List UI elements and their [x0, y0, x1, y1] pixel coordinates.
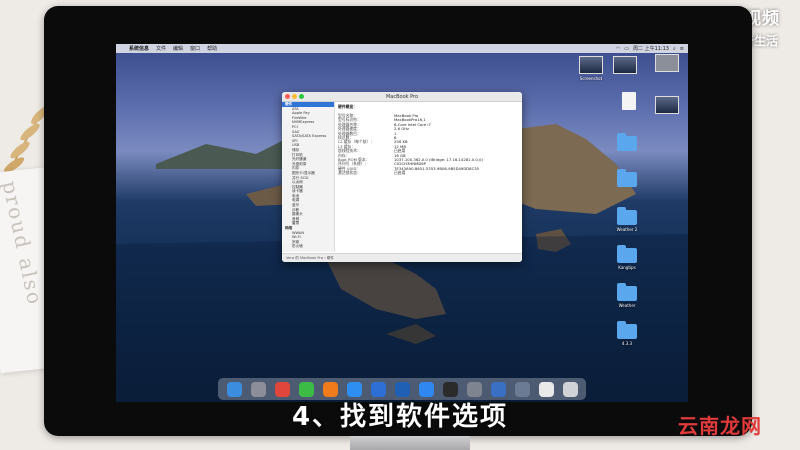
trash-icon[interactable] [562, 381, 578, 397]
close-button[interactable] [285, 94, 290, 99]
menu-clock[interactable]: 周二 上午11:13 [633, 45, 669, 52]
desktop-icon[interactable] [610, 56, 640, 74]
download-icon [655, 54, 679, 72]
desktop-icon-label: Weather 2 [616, 227, 638, 232]
menu-help[interactable]: 帮助 [207, 45, 217, 52]
system-info-window: MacBook Pro 硬件 ATA Apple Pay FireWire NVMExp… [282, 92, 522, 262]
system-preferences-icon[interactable] [466, 381, 482, 397]
folder-icon [617, 207, 637, 225]
desktop-icon-label: 4.3.3 [621, 341, 633, 346]
watermark: 云南龙网 [678, 414, 762, 438]
monitor-stand [350, 436, 470, 450]
desktop-folder[interactable] [612, 169, 642, 187]
document-icon [622, 92, 636, 110]
overview-heading: 硬件概览： [338, 104, 357, 109]
desktop-icon[interactable]: Screenshot [576, 56, 606, 81]
zoom-button[interactable] [299, 94, 304, 99]
control-center-icon[interactable]: ≡ [680, 46, 684, 52]
desktop-folder[interactable]: Kangtips [612, 245, 642, 270]
desktop-icon[interactable] [652, 96, 682, 114]
menu-bar: 系统信息 文件 编辑 窗口 帮助 ◠ ▭ 周二 上午11:13 ⌕ ≡ [116, 44, 688, 53]
desktop-folder[interactable] [612, 133, 642, 151]
desktop-folder[interactable]: Weather [612, 283, 642, 308]
overview-value: 7E343A90-8651-5353-9B06-9B5D49DD8C35 [394, 165, 480, 171]
minimize-button[interactable] [292, 94, 297, 99]
menu-app-name[interactable]: 系统信息 [129, 45, 149, 52]
menu-window[interactable]: 窗口 [190, 45, 200, 52]
wechat-icon[interactable] [298, 381, 314, 397]
safari-icon[interactable] [346, 381, 362, 397]
terminal-icon[interactable] [442, 381, 458, 397]
search-icon[interactable]: ⌕ [673, 46, 676, 52]
overview-row: 激活锁状态： 已启用 [338, 170, 518, 176]
folder-icon [617, 321, 637, 339]
sidebar-item[interactable]: 防火墙 [282, 244, 334, 249]
desktop-icon-label: Weather [618, 303, 636, 308]
screenshot-thumbnail [613, 56, 637, 74]
window-title: MacBook Pro [385, 93, 419, 100]
desktop-icon[interactable] [614, 92, 644, 110]
window-titlebar[interactable]: MacBook Pro [282, 92, 522, 102]
desktop-icon[interactable] [652, 54, 682, 72]
overview-value: 已启用 [394, 170, 406, 176]
overview-label: 激活锁状态： [338, 170, 361, 176]
launchpad-icon[interactable] [250, 381, 266, 397]
overview-rows: 型号名称： MacBook Pro 型号标识符： MacBookPro16,1 处理器名… [338, 113, 518, 176]
menu-extras: ◠ ▭ 周二 上午11:13 ⌕ ≡ [616, 44, 684, 53]
folder-icon [617, 245, 637, 263]
desktop-icon-label: Screenshot [579, 76, 603, 81]
battery-icon[interactable]: ▭ [624, 46, 629, 52]
desktop-folder[interactable]: 4.3.3 [612, 321, 642, 346]
folder-icon [617, 283, 637, 301]
xcode-icon[interactable] [394, 381, 410, 397]
finder-icon[interactable] [226, 381, 242, 397]
desktop-folder[interactable]: Weather 2 [612, 207, 642, 232]
mac-screen: 系统信息 文件 编辑 窗口 帮助 ◠ ▭ 周二 上午11:13 ⌕ ≡ Scre… [116, 44, 688, 402]
network-app-icon[interactable] [490, 381, 506, 397]
hardware-overview: 硬件概览： 型号名称： MacBook Pro 型号标识符： MacBookPro16… [338, 104, 518, 175]
sidebar: 硬件 ATA Apple Pay FireWire NVMExpress PCI SAS SA… [282, 102, 335, 252]
folder-icon [617, 133, 637, 151]
rocket-app-icon[interactable] [514, 381, 530, 397]
desktop-icon-label: Kangtips [618, 265, 636, 270]
wifi-icon[interactable]: ◠ [616, 46, 620, 52]
screenshot-thumbnail [655, 96, 679, 114]
path-bar: Vera 的 MacBook Pro › 硬件 [282, 253, 522, 262]
menu-edit[interactable]: 编辑 [173, 45, 183, 52]
red-app-icon[interactable] [274, 381, 290, 397]
menu-file[interactable]: 文件 [156, 45, 166, 52]
path-bar-text: Vera 的 MacBook Pro › 硬件 [286, 255, 334, 260]
firefox-icon[interactable] [322, 381, 338, 397]
folder-icon [617, 169, 637, 187]
app-store-icon[interactable] [418, 381, 434, 397]
screenshot-thumbnail [579, 56, 603, 74]
blue-app-icon[interactable] [370, 381, 386, 397]
document-icon[interactable] [538, 381, 554, 397]
